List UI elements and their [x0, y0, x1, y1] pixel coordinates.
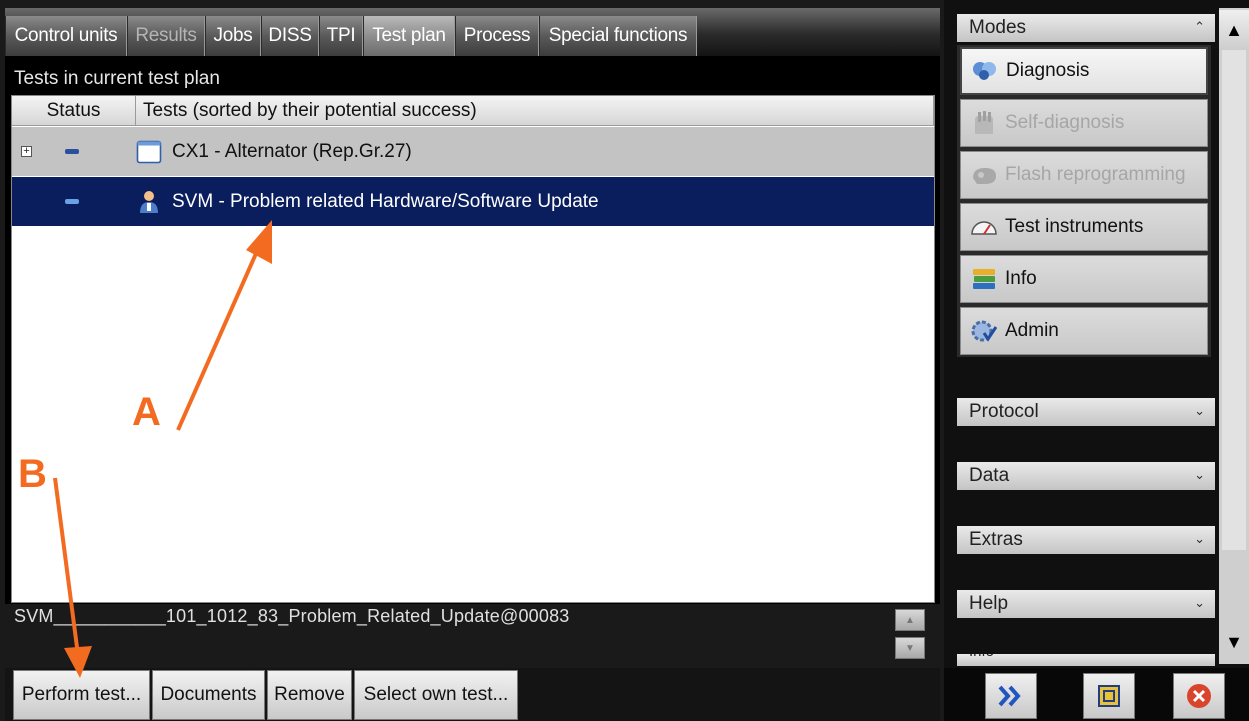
arrowhead-a-icon — [246, 220, 272, 264]
annotation-overlay — [53, 220, 272, 678]
annotation-arrow-b — [53, 477, 80, 656]
annotation-arrow-a — [176, 239, 264, 431]
arrowhead-b-icon — [64, 646, 92, 678]
annotation-label-b: B — [18, 452, 47, 496]
annotation-label-a: A — [132, 390, 161, 434]
